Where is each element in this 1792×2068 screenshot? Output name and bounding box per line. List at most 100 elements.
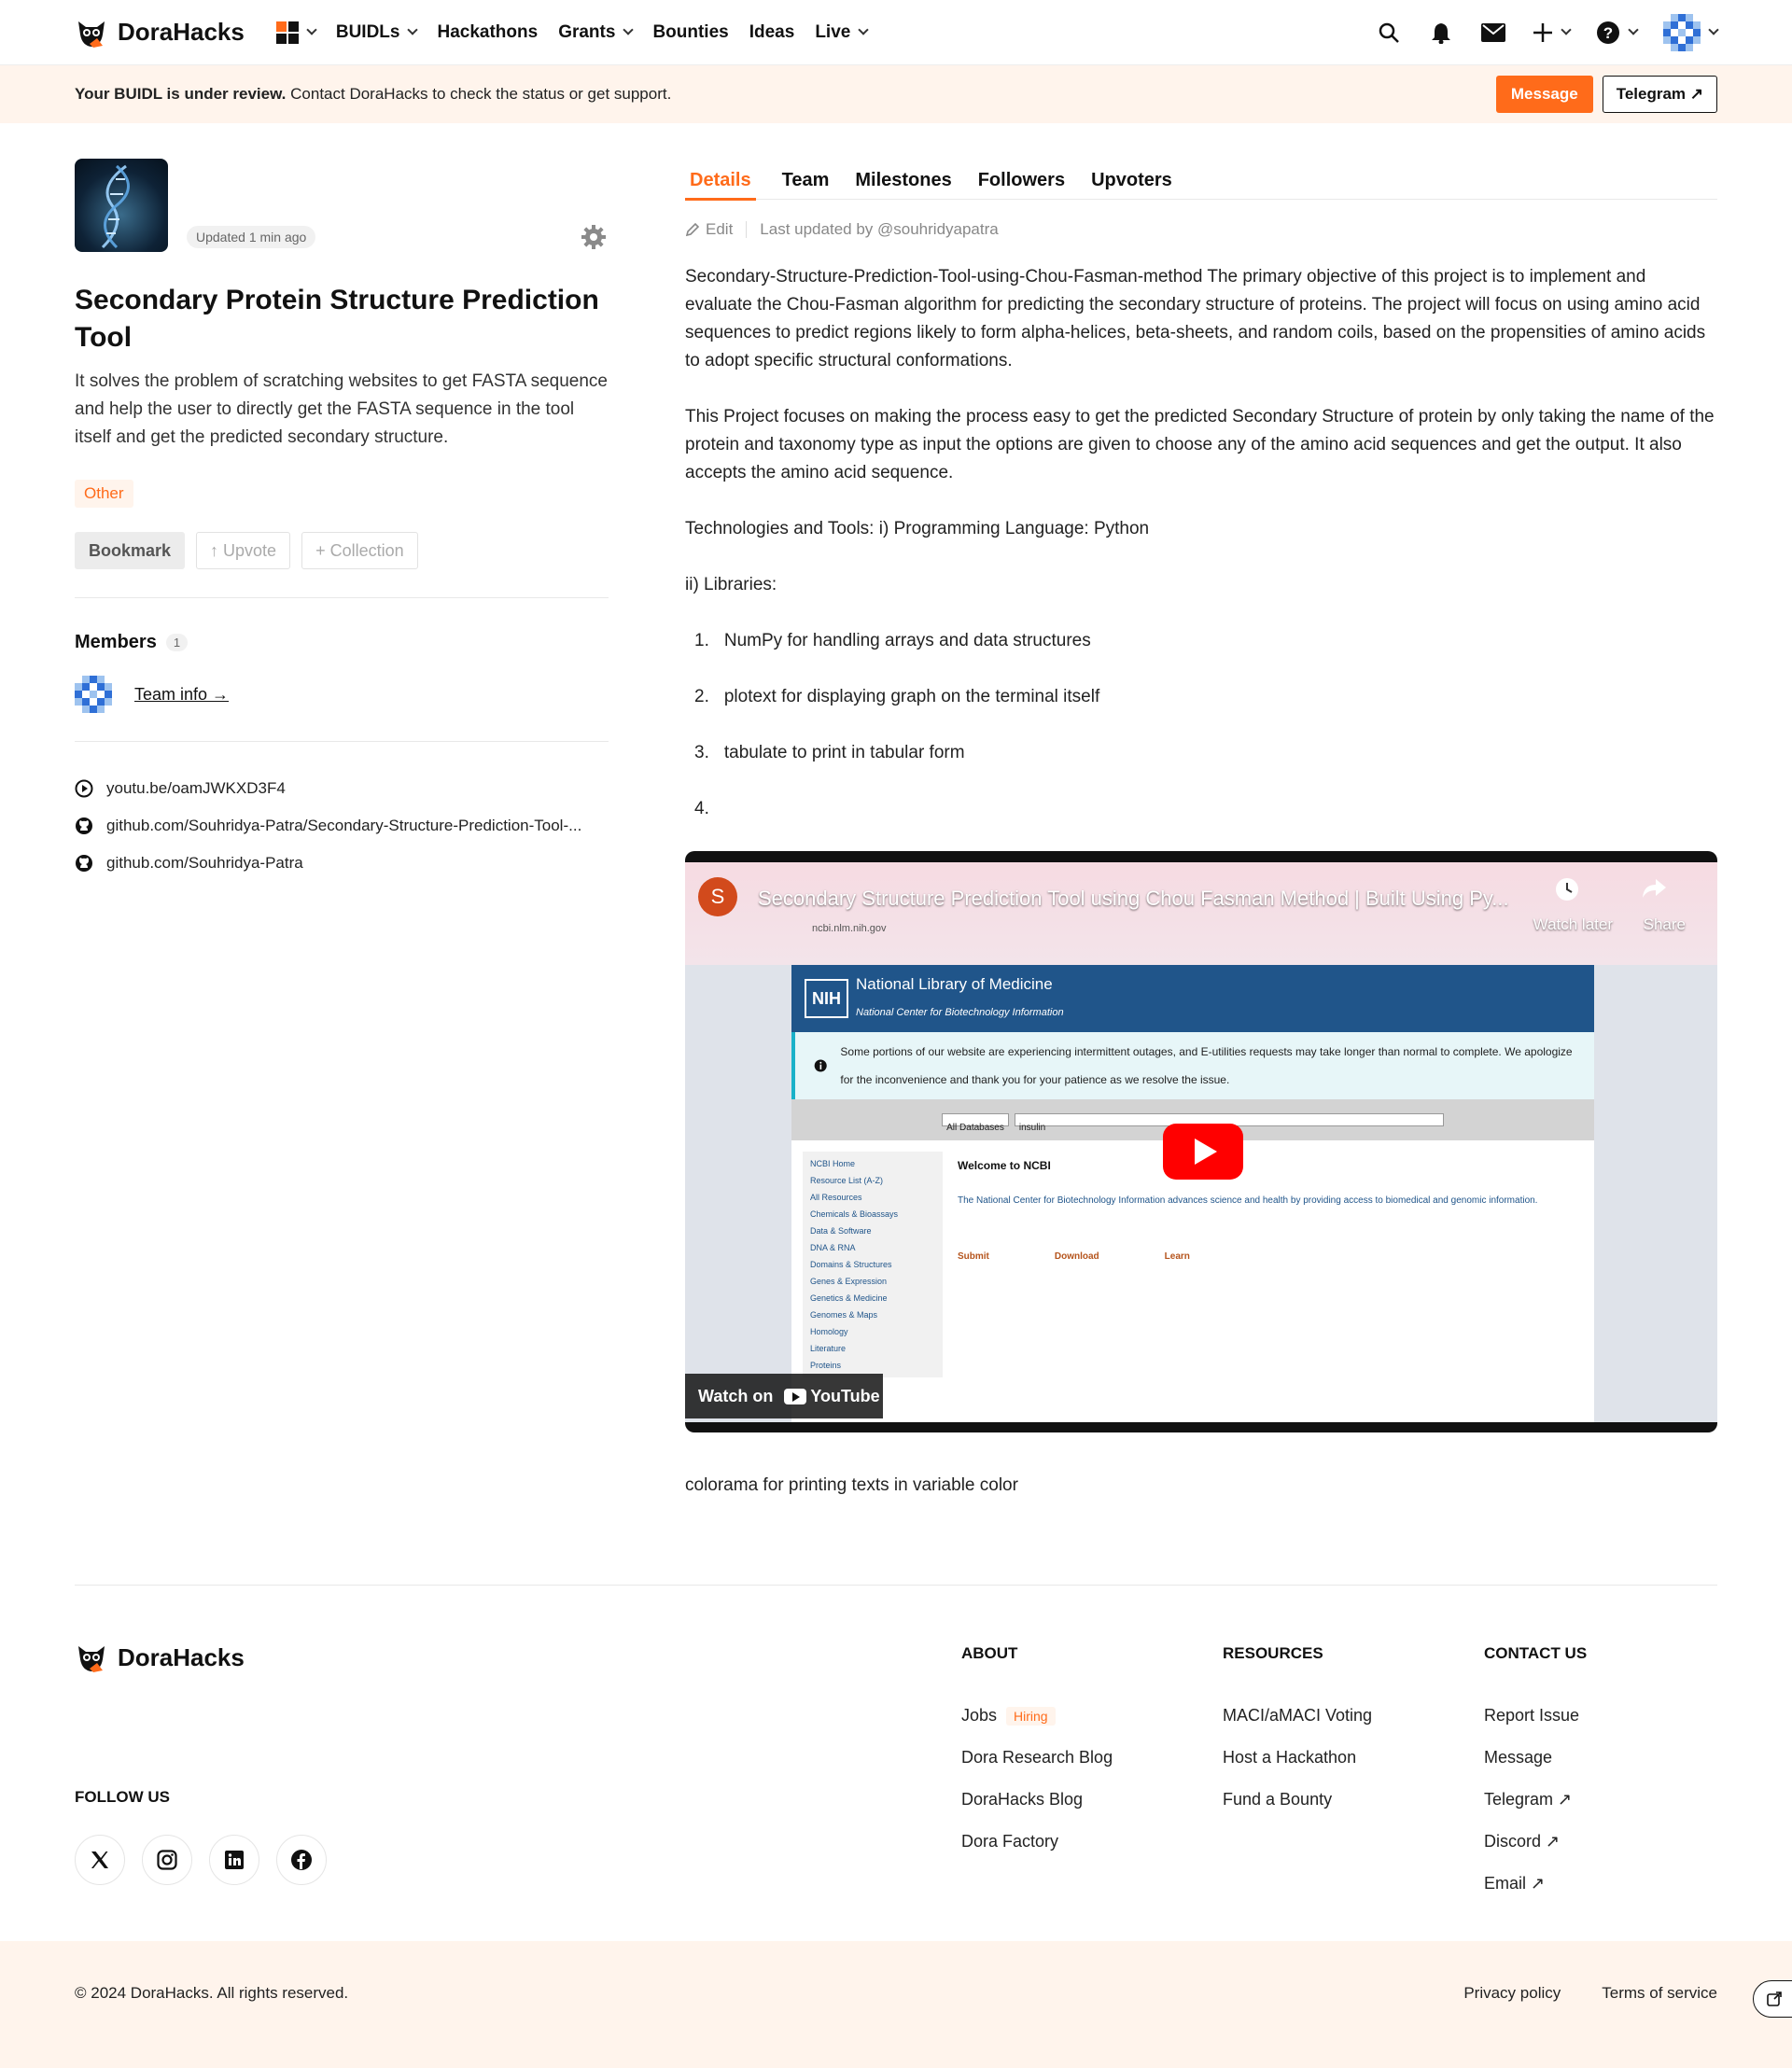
github-profile-link[interactable]: github.com/Souhridya-Patra xyxy=(75,845,609,882)
about-heading: ABOUT xyxy=(961,1644,1018,1662)
facebook-icon[interactable] xyxy=(276,1835,327,1885)
link-text: github.com/Souhridya-Patra xyxy=(106,854,303,872)
copyright-text: © 2024 DoraHacks. All rights reserved. xyxy=(75,1984,349,2002)
upvote-button[interactable]: ↑ Upvote xyxy=(196,532,291,569)
linkedin-icon[interactable] xyxy=(209,1835,259,1885)
telegram-button[interactable]: Telegram ↗ xyxy=(1602,76,1717,113)
nav-ideas[interactable]: Ideas xyxy=(749,22,795,43)
bookmark-button[interactable]: Bookmark xyxy=(75,532,186,569)
youtube-link[interactable]: youtu.be/oamJWKXD3F4 xyxy=(75,770,609,807)
footer-link-telegram[interactable]: Telegram ↗ xyxy=(1484,1779,1587,1821)
footer-link-email[interactable]: Email ↗ xyxy=(1484,1863,1587,1905)
privacy-policy-link[interactable]: Privacy policy xyxy=(1463,1984,1561,2003)
search-icon[interactable] xyxy=(1376,20,1402,46)
footer-link-maci-voting[interactable]: MACI/aMACI Voting xyxy=(1223,1695,1372,1737)
gear-icon[interactable] xyxy=(581,224,607,250)
message-button[interactable]: Message xyxy=(1495,76,1593,113)
section-label: Submit xyxy=(958,1251,989,1262)
tab-details[interactable]: Details xyxy=(685,159,756,201)
banner-body: Contact DoraHacks to check the status or… xyxy=(286,85,672,103)
watch-on-youtube-button[interactable]: Watch on YouTube xyxy=(685,1374,883,1418)
project-actions: Bookmark ↑ Upvote + Collection xyxy=(75,532,609,569)
footer-link-jobs[interactable]: Jobs Hiring xyxy=(961,1695,1113,1737)
mail-icon[interactable] xyxy=(1480,20,1506,46)
share-icon[interactable] xyxy=(1641,877,1667,900)
footer-link-message[interactable]: Message xyxy=(1484,1737,1587,1779)
nih-sidebar: NCBI Home Resource List (A-Z) All Resour… xyxy=(803,1152,943,1377)
footer-link-dorahacks-blog[interactable]: DoraHacks Blog xyxy=(961,1779,1113,1821)
list-number: 2. xyxy=(694,687,709,706)
github-icon xyxy=(76,855,92,872)
nih-sections: Submit Download Learn xyxy=(958,1243,1583,1271)
channel-avatar[interactable]: S xyxy=(698,877,737,916)
contact-heading: CONTACT US xyxy=(1484,1644,1588,1662)
avatar xyxy=(1663,13,1701,51)
youtube-embed[interactable]: S Secondary Structure Prediction Tool us… xyxy=(685,851,1717,1432)
paragraph: ii) Libraries: xyxy=(685,575,777,594)
paragraph: This Project focuses on making the proce… xyxy=(685,407,1715,482)
project-title: Secondary Protein Structure Prediction T… xyxy=(75,285,599,353)
footer-brand: DoraHacks xyxy=(118,1642,245,1671)
category-tag[interactable]: Other xyxy=(75,480,133,508)
help-menu-button[interactable]: ? xyxy=(1596,21,1639,45)
play-button[interactable] xyxy=(1163,1124,1243,1180)
footer-link-dora-factory[interactable]: Dora Factory xyxy=(961,1821,1113,1863)
banner-actions: Message Telegram ↗ xyxy=(1495,76,1717,113)
footer-link-research-blog[interactable]: Dora Research Blog xyxy=(961,1737,1113,1779)
nav-ideas-label: Ideas xyxy=(749,21,795,42)
bell-icon[interactable] xyxy=(1428,20,1454,46)
nav-buidls[interactable]: BUIDLs xyxy=(336,22,419,43)
team-info-link[interactable]: Team info → xyxy=(134,685,229,705)
footer-link-fund-bounty[interactable]: Fund a Bounty xyxy=(1223,1779,1372,1821)
footer-divider xyxy=(75,1585,1717,1586)
list-text: NumPy for handling arrays and data struc… xyxy=(723,631,1091,650)
footer-link-host-hackathon[interactable]: Host a Hackathon xyxy=(1223,1737,1372,1779)
tab-upvoters[interactable]: Upvoters xyxy=(1091,159,1172,200)
tab-milestones[interactable]: Milestones xyxy=(855,159,951,200)
nih-notice: Some portions of our website are experie… xyxy=(791,1032,1594,1099)
project-description: It solves the problem of scratching webs… xyxy=(75,371,609,447)
tab-team[interactable]: Team xyxy=(782,159,830,200)
separator xyxy=(746,221,748,238)
share-label[interactable]: Share xyxy=(1644,911,1686,939)
instagram-icon[interactable] xyxy=(142,1835,192,1885)
footer-contact: CONTACT US Report Issue Message Telegram… xyxy=(1484,1644,1587,1905)
x-icon[interactable] xyxy=(75,1835,125,1885)
footer-logo[interactable]: DoraHacks xyxy=(75,1641,245,1674)
edit-label: Edit xyxy=(706,220,734,238)
nav-grants[interactable]: Grants xyxy=(558,22,635,43)
link-text: youtu.be/oamJWKXD3F4 xyxy=(106,779,286,797)
dorahacks-logo[interactable]: DoraHacks xyxy=(75,16,245,49)
footer-link-discord[interactable]: Discord ↗ xyxy=(1484,1821,1587,1863)
welcome-heading: Welcome to NCBI xyxy=(958,1159,1051,1172)
member-avatar[interactable] xyxy=(75,676,112,713)
notice-text: Some portions of our website are experie… xyxy=(840,1045,1573,1086)
clock-icon[interactable] xyxy=(1555,877,1579,901)
tab-followers[interactable]: Followers xyxy=(978,159,1065,200)
nih-main: Welcome to NCBI The National Center for … xyxy=(958,1152,1583,1377)
github-repo-link[interactable]: github.com/Souhridya-Patra/Secondary-Str… xyxy=(75,807,609,845)
footer-link-report-issue[interactable]: Report Issue xyxy=(1484,1695,1587,1737)
owl-logo-icon xyxy=(78,21,105,48)
chevron-down-icon xyxy=(858,24,870,35)
side-item: Genetics & Medicine xyxy=(810,1293,888,1303)
youtube-wordmark: YouTube xyxy=(810,1387,880,1405)
project-sidebar: Updated 1 min ago Secondary Protein Stru… xyxy=(75,159,609,882)
nav-hackathons[interactable]: Hackathons xyxy=(437,22,538,43)
link-text: github.com/Souhridya-Patra/Secondary-Str… xyxy=(106,817,582,834)
user-menu-button[interactable] xyxy=(1663,13,1719,51)
nav-hackathons-label: Hackathons xyxy=(437,21,539,42)
edit-button[interactable]: Edit xyxy=(685,220,733,239)
video-title[interactable]: Secondary Structure Prediction Tool usin… xyxy=(758,885,1509,913)
feedback-fab[interactable] xyxy=(1753,1980,1792,2018)
chevron-down-icon xyxy=(407,24,419,35)
libraries-list: 1. NumPy for handling arrays and data str… xyxy=(685,627,1717,823)
terms-of-service-link[interactable]: Terms of service xyxy=(1602,1984,1717,2003)
add-collection-button[interactable]: + Collection xyxy=(301,532,418,569)
apps-menu-button[interactable] xyxy=(275,21,317,44)
nav-bounties[interactable]: Bounties xyxy=(652,22,728,43)
nav-live[interactable]: Live xyxy=(815,22,870,43)
nih-name: National Library of Medicine xyxy=(856,975,1053,993)
create-menu-button[interactable] xyxy=(1533,22,1572,43)
watch-later-label[interactable]: Watch later xyxy=(1533,911,1613,939)
